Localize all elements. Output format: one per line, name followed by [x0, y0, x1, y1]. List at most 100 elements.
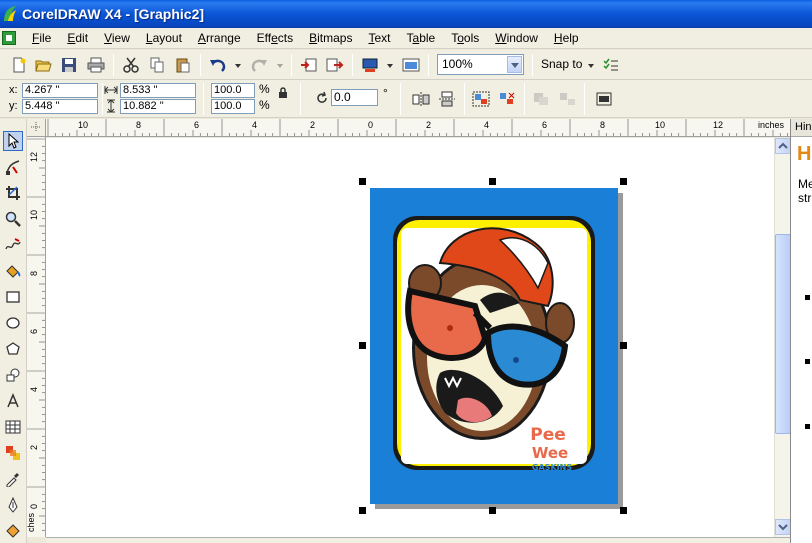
save-button[interactable] — [58, 54, 80, 76]
print-button[interactable] — [85, 54, 107, 76]
artwork-text-wee: Wee — [532, 444, 568, 462]
hints-bullet — [805, 424, 810, 429]
document-icon[interactable] — [2, 31, 16, 45]
text-tool-icon[interactable] — [3, 391, 23, 411]
zoom-level-select[interactable]: 100% — [437, 54, 524, 75]
undo-dropdown-icon[interactable] — [235, 64, 241, 68]
eyedropper-tool-icon[interactable] — [3, 469, 23, 489]
group-button[interactable] — [470, 88, 492, 110]
combine-button[interactable] — [530, 88, 552, 110]
scale-x-percent-label: % — [259, 82, 270, 96]
selection-handle-left[interactable] — [359, 342, 366, 349]
menu-arrange[interactable]: Arrange — [190, 28, 249, 49]
menu-bar: File Edit View Layout Arrange Effects Bitmaps T… — [0, 28, 812, 49]
paste-button[interactable] — [172, 54, 194, 76]
application-launcher-button[interactable] — [359, 54, 381, 76]
smart-fill-tool-icon[interactable] — [3, 261, 23, 281]
pick-tool-icon[interactable] — [3, 131, 23, 151]
ruler-h-label: 12 — [713, 120, 724, 130]
menu-text[interactable]: Text — [360, 28, 398, 49]
lock-ratio-icon[interactable] — [278, 87, 288, 99]
horizontal-ruler[interactable]: 10 8 6 4 2 0 2 4 6 8 10 12 inches — [46, 119, 790, 137]
scale-y-field[interactable]: 100.0 — [211, 99, 255, 114]
ruler-units-label: inches — [758, 120, 785, 130]
open-button[interactable] — [33, 54, 55, 76]
interactive-blend-tool-icon[interactable] — [3, 443, 23, 463]
vertical-scroll-thumb[interactable] — [775, 234, 791, 434]
menu-file[interactable]: File — [24, 28, 59, 49]
x-position-field[interactable]: 4.267 " — [22, 83, 98, 98]
fill-tool-icon[interactable] — [3, 521, 23, 541]
menu-effects[interactable]: Effects — [249, 28, 302, 49]
import-button[interactable] — [298, 54, 320, 76]
application-launcher-dropdown-icon[interactable] — [387, 64, 393, 68]
options-button[interactable] — [600, 54, 622, 76]
redo-button[interactable] — [248, 54, 270, 76]
selection-handle-right[interactable] — [620, 342, 627, 349]
copy-button[interactable] — [146, 54, 168, 76]
rectangle-tool-icon[interactable] — [3, 287, 23, 307]
coreldraw-app-icon[interactable] — [2, 5, 18, 23]
snap-to-label[interactable]: Snap to — [541, 57, 582, 71]
horizontal-scrollbar[interactable]: ches — [26, 513, 790, 543]
ruler-h-label: 6 — [542, 120, 548, 130]
menu-window[interactable]: Window — [487, 28, 546, 49]
menu-help[interactable]: Help — [546, 28, 587, 49]
selection-handle-top-left[interactable] — [359, 178, 366, 185]
menu-view[interactable]: View — [96, 28, 138, 49]
menu-edit[interactable]: Edit — [59, 28, 96, 49]
height-field[interactable]: 10.882 " — [120, 99, 196, 114]
standard-toolbar: 100% Snap to — [0, 50, 812, 80]
export-button[interactable] — [324, 54, 346, 76]
hints-docker-tab[interactable]: Hin — [791, 119, 812, 137]
vertical-ruler[interactable]: 12 10 8 6 4 2 0 — [27, 137, 46, 537]
table-tool-icon[interactable] — [3, 417, 23, 437]
snap-to-dropdown-icon[interactable] — [588, 64, 594, 68]
vertical-ruler-units-label: ches — [26, 512, 36, 532]
hints-docker: Hin H Me str — [790, 119, 812, 543]
selection-handle-top[interactable] — [489, 178, 496, 185]
break-apart-button[interactable] — [556, 88, 578, 110]
freehand-tool-icon[interactable] — [3, 235, 23, 255]
selection-handle-top-right[interactable] — [620, 178, 627, 185]
artwork-graphic[interactable]: Pee Wee GASKINS — [370, 188, 618, 504]
rotation-angle-field[interactable]: 0.0 — [331, 89, 378, 106]
menu-bitmaps[interactable]: Bitmaps — [301, 28, 360, 49]
zoom-dropdown-icon[interactable] — [507, 56, 522, 73]
polygon-tool-icon[interactable] — [3, 339, 23, 359]
basic-shapes-tool-icon[interactable] — [3, 365, 23, 385]
undo-button[interactable] — [207, 54, 229, 76]
mirror-vertical-button[interactable] — [436, 88, 458, 110]
ruler-origin-corner[interactable] — [27, 119, 46, 137]
menu-tools[interactable]: Tools — [443, 28, 487, 49]
scale-x-field[interactable]: 100.0 — [211, 83, 255, 98]
menu-table[interactable]: Table — [399, 28, 444, 49]
welcome-screen-button[interactable] — [400, 54, 422, 76]
zoom-tool-icon[interactable] — [3, 209, 23, 229]
selection-handle-bottom-left[interactable] — [359, 507, 366, 514]
crop-tool-icon[interactable] — [3, 183, 23, 203]
ruler-v-label: 2 — [29, 444, 39, 450]
toolbox — [0, 119, 27, 543]
ellipse-tool-icon[interactable] — [3, 313, 23, 333]
outline-tool-icon[interactable] — [3, 495, 23, 515]
vertical-scrollbar[interactable] — [774, 138, 791, 537]
scroll-up-button[interactable] — [775, 138, 791, 154]
shape-tool-icon[interactable] — [3, 157, 23, 177]
ungroup-button[interactable] — [496, 88, 518, 110]
scroll-down-button[interactable] — [775, 519, 791, 535]
ruler-h-label: 10 — [78, 120, 89, 130]
menu-layout[interactable]: Layout — [138, 28, 190, 49]
new-document-button[interactable] — [8, 54, 30, 76]
selection-handle-bottom-right[interactable] — [620, 507, 627, 514]
drawing-canvas[interactable]: Pee Wee GASKINS — [46, 138, 774, 537]
ruler-h-label: 2 — [310, 120, 316, 130]
redo-dropdown-icon[interactable] — [277, 64, 283, 68]
selection-handle-bottom[interactable] — [489, 507, 496, 514]
hints-heading: H — [797, 143, 812, 165]
mirror-horizontal-button[interactable] — [410, 88, 432, 110]
cut-button[interactable] — [120, 54, 142, 76]
width-field[interactable]: 8.533 " — [120, 83, 196, 98]
convert-to-curves-button[interactable] — [593, 88, 615, 110]
y-position-field[interactable]: 5.448 " — [22, 99, 98, 114]
